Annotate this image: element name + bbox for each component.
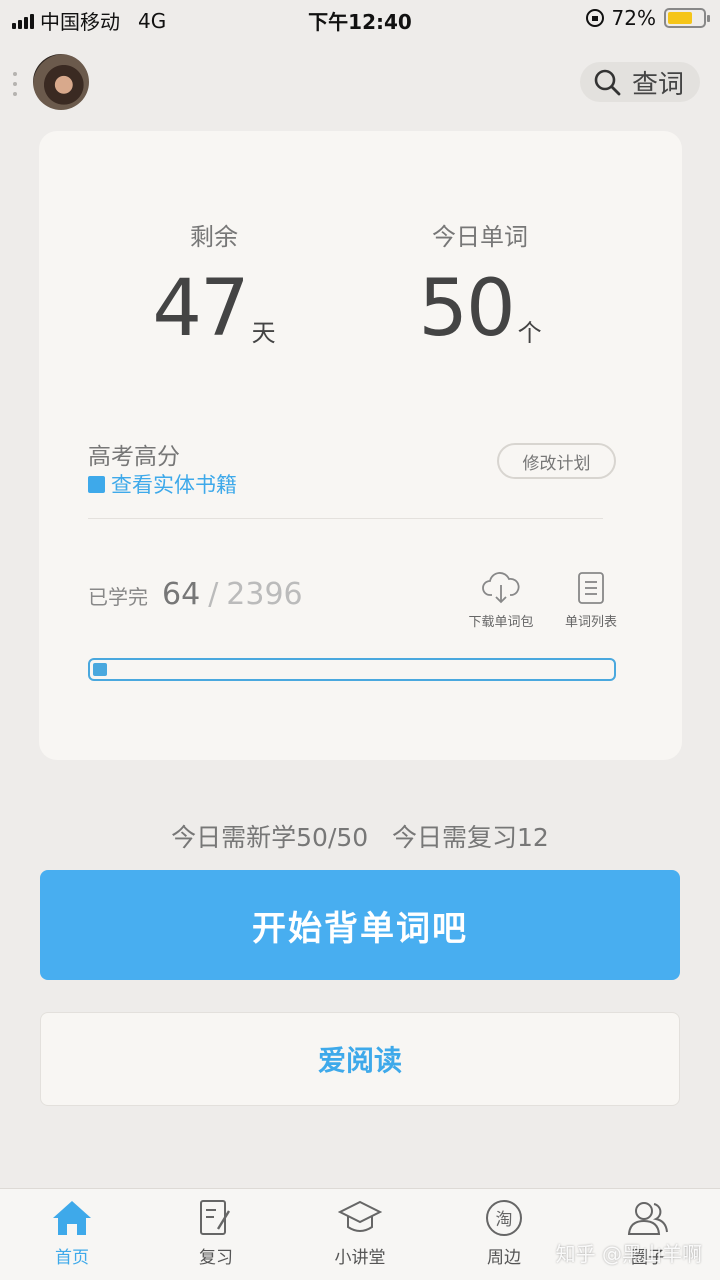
tab-nearby-label: 周边: [487, 1248, 521, 1268]
study-plan-card: 剩余 47 天 今日单词 50 个 高考高分 查看实体书籍 修改计划 已学完 6…: [39, 131, 682, 760]
view-book-label: 查看实体书籍: [111, 473, 237, 497]
total-count: 2396: [226, 577, 303, 612]
remaining-days-unit: 天: [251, 319, 276, 347]
remaining-days-value: 47: [152, 264, 249, 354]
avatar[interactable]: [33, 54, 89, 110]
book-icon: [88, 475, 105, 493]
menu-dots-icon[interactable]: [13, 72, 17, 96]
today-words: 今日单词 50 个: [400, 217, 560, 348]
today-words-unit: 个: [517, 319, 542, 347]
learned-separator: /: [208, 577, 219, 612]
today-words-value: 50: [418, 264, 515, 354]
tab-lecture-label: 小讲堂: [334, 1248, 386, 1268]
rotation-lock-icon: [585, 9, 604, 27]
battery-fill: [668, 12, 693, 24]
lookup-word-label: 查词: [632, 69, 685, 100]
tab-nearby[interactable]: 淘 周边: [432, 1189, 576, 1280]
status-bar: 中国移动 4G 下午12:40 72%: [0, 0, 720, 36]
learned-count: 64: [162, 577, 201, 612]
battery-percent: 72%: [611, 6, 656, 30]
tab-lecture[interactable]: 小讲堂: [288, 1189, 432, 1280]
list-icon: [578, 572, 604, 604]
daily-summary: 今日需新学50/50 今日需复习12: [171, 823, 549, 852]
watermark: 知乎 @黑山羊啊: [555, 1242, 702, 1266]
cloud-download-icon: [482, 572, 520, 604]
remaining-days: 剩余 47 天: [134, 217, 294, 348]
reading-button[interactable]: 爱阅读: [40, 1012, 680, 1106]
learned-label: 已学完: [88, 585, 148, 609]
progress-bar: [88, 658, 616, 681]
graduation-cap-icon: [338, 1200, 382, 1232]
svg-text:淘: 淘: [496, 1210, 513, 1230]
download-package-button[interactable]: 下载单词包: [461, 571, 541, 630]
download-package-label: 下载单词包: [468, 615, 534, 630]
tab-review-label: 复习: [199, 1248, 233, 1268]
remaining-days-label: 剩余: [190, 223, 238, 251]
progress-fill: [93, 663, 107, 676]
taobao-icon: 淘: [486, 1200, 522, 1236]
home-icon: [53, 1201, 91, 1235]
search-icon: [594, 69, 621, 96]
divider: [88, 518, 603, 519]
users-icon: [627, 1202, 668, 1235]
lookup-word-button[interactable]: 查词: [580, 62, 700, 102]
tab-home-label: 首页: [55, 1248, 89, 1268]
edit-plan-button[interactable]: 修改计划: [497, 443, 616, 479]
battery-icon: [664, 8, 710, 28]
word-list-label: 单词列表: [564, 615, 617, 630]
status-right: 72%: [585, 6, 710, 30]
tab-review[interactable]: 复习: [144, 1189, 288, 1280]
learned-progress-text: 已学完 64 / 2396: [88, 577, 303, 612]
plan-name: 高考高分: [88, 444, 180, 470]
start-learning-button[interactable]: 开始背单词吧: [40, 870, 680, 980]
review-icon: [200, 1200, 231, 1235]
tab-home[interactable]: 首页: [0, 1189, 144, 1280]
word-list-button[interactable]: 单词列表: [551, 571, 631, 630]
view-book-link[interactable]: 查看实体书籍: [88, 469, 237, 499]
today-words-label: 今日单词: [432, 223, 528, 251]
